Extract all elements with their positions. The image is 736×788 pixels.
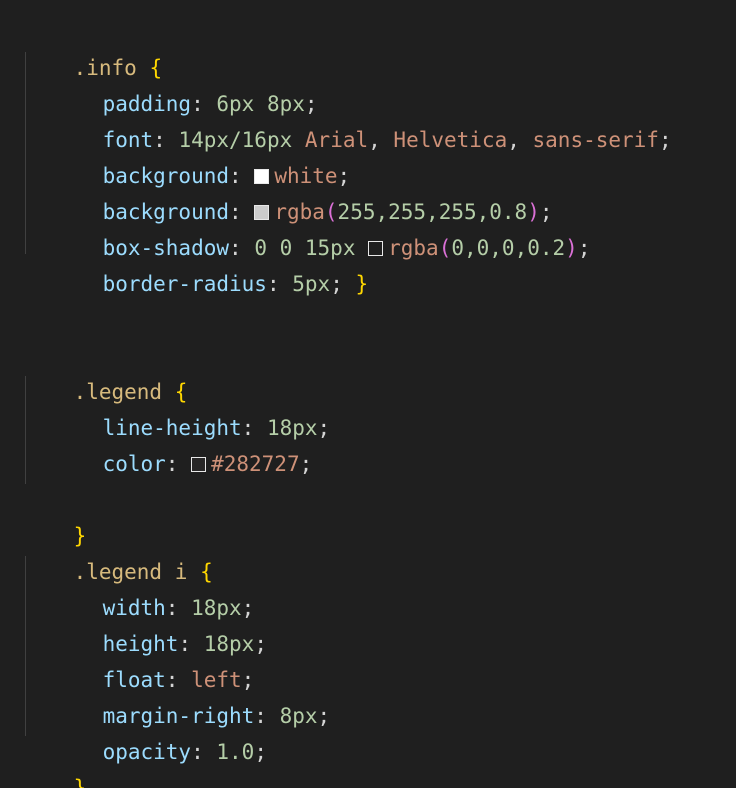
font-family-value: Helvetica	[393, 128, 508, 152]
code-line-width: width: 18px;	[102, 596, 255, 620]
css-value: 5px	[292, 272, 331, 296]
css-value: 1.0	[216, 740, 255, 764]
close-brace: }	[355, 272, 369, 296]
color-swatch-icon[interactable]	[191, 457, 207, 472]
css-args: 0,0,0,0.2	[451, 236, 566, 260]
code-line-background-rgba: background: rgba(255,255,255,0.8);	[102, 200, 553, 224]
code-line-legend-selector: .legend {	[23, 338, 188, 404]
code-line-border-radius: border-radius: 5px; }	[102, 272, 369, 296]
css-property: opacity	[102, 740, 192, 764]
color-swatch-icon[interactable]	[368, 241, 384, 256]
css-value: #282727	[211, 452, 300, 476]
code-line-info-selector: .info {	[23, 14, 163, 80]
code-line-float: float: left;	[102, 668, 255, 692]
css-property: border-radius	[102, 272, 267, 296]
code-line-legend-close: }	[23, 482, 87, 548]
code-line-background-white: background: white;	[102, 164, 351, 188]
code-line-opacity: opacity: 1.0;	[102, 740, 267, 764]
code-line-height: height: 18px;	[102, 632, 267, 656]
code-line-color: color: #282727;	[102, 452, 313, 476]
css-value: 8px	[279, 704, 318, 728]
code-line-line-height: line-height: 18px;	[102, 416, 331, 440]
code-line-box-shadow: box-shadow: 0 0 15px rgba(0,0,0,0.2);	[102, 236, 591, 260]
code-line-legend-i-close: }	[23, 734, 87, 788]
code-line-font: font: 14px/16px Arial, Helvetica, sans-s…	[102, 128, 672, 152]
code-line-padding: padding: 6px 8px;	[102, 92, 318, 116]
code-line-legend-i-selector: .legend i {	[23, 518, 213, 584]
css-property: color	[102, 452, 166, 476]
code-line-margin-right: margin-right: 8px;	[102, 704, 331, 728]
close-brace: }	[73, 776, 87, 788]
code-editor[interactable]: .info { padding: 6px 8px; font: 14px/16p…	[0, 0, 736, 788]
font-family-value: sans-serif	[532, 128, 659, 152]
css-function: rgba	[388, 236, 439, 260]
